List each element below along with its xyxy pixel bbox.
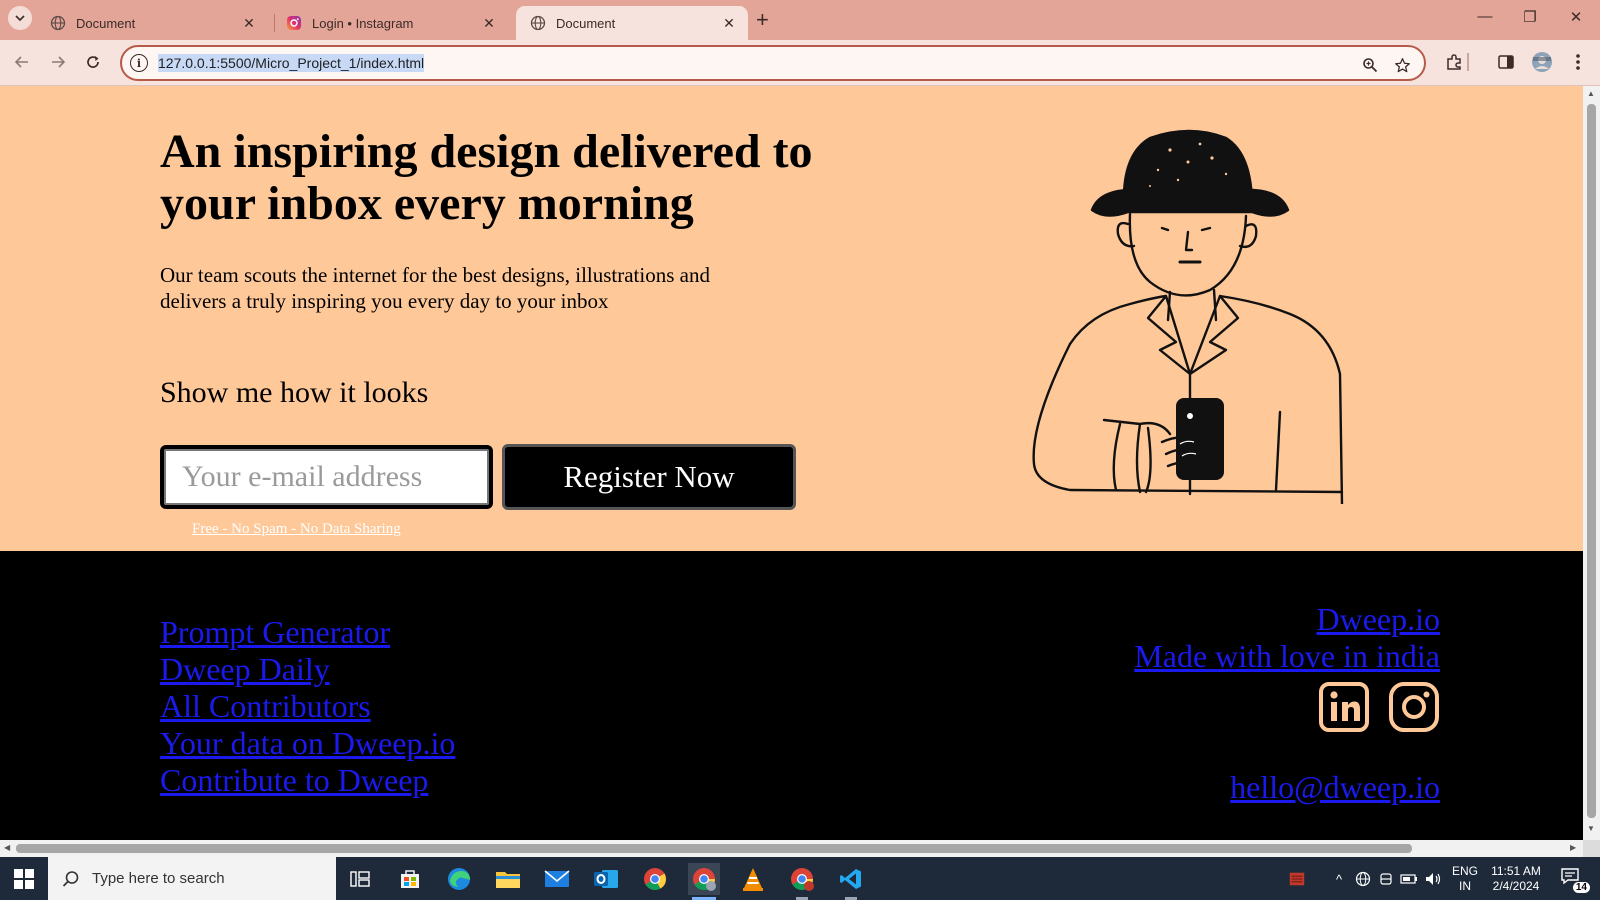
tab-title: Document <box>76 15 136 31</box>
close-window-icon[interactable]: ✕ <box>1566 8 1586 26</box>
windows-start-icon[interactable] <box>14 869 34 889</box>
fine-print-link[interactable]: Free - No Spam - No Data Sharing <box>192 521 401 538</box>
chrome-profile-icon[interactable] <box>786 863 818 900</box>
browser-toolbar: i 127.0.0.1:5500/Micro_Project_1/index.h… <box>0 40 1600 86</box>
globe-icon <box>50 15 66 31</box>
scroll-up-arrow-icon[interactable]: ▲ <box>1587 89 1595 98</box>
chevron-down-icon <box>15 15 25 22</box>
register-now-button[interactable]: Register Now <box>502 444 796 510</box>
mail-icon[interactable] <box>541 863 573 895</box>
chrome-icon[interactable] <box>639 863 671 895</box>
edge-browser-icon[interactable] <box>443 863 475 895</box>
horizontal-scroll-thumb[interactable] <box>16 844 1412 853</box>
reload-icon[interactable] <box>81 50 105 74</box>
bookmark-star-icon[interactable] <box>1392 55 1412 75</box>
clock-date: 2/4/2024 <box>1492 879 1540 893</box>
region-code: IN <box>1459 879 1471 893</box>
vscode-icon[interactable] <box>835 863 867 900</box>
footer-brand-block: Dweep.io Made with love in india hello@d… <box>1134 601 1440 805</box>
tab-instagram[interactable]: Login • Instagram ✕ <box>272 6 508 40</box>
vlc-icon[interactable] <box>737 863 769 895</box>
scrollbar-corner <box>1583 840 1600 857</box>
task-view-icon[interactable] <box>344 863 376 895</box>
scroll-right-arrow-icon[interactable]: ▶ <box>1570 843 1576 852</box>
taskbar-search-box[interactable]: Type here to search <box>48 857 336 900</box>
battery-icon[interactable] <box>1400 870 1418 888</box>
vertical-scrollbar[interactable]: ▲ ▼ <box>1583 86 1600 840</box>
hero-description: Our team scouts the internet for the bes… <box>160 263 710 313</box>
footer: Prompt Generator Dweep Daily All Contrib… <box>0 551 1583 840</box>
footer-link-all-contributors[interactable]: All Contributors <box>160 688 455 725</box>
clock-time: 11:51 AM <box>1491 864 1541 878</box>
meet-now-icon[interactable] <box>1377 870 1395 888</box>
windows-taskbar: Type here to search ^ ENG IN 11:51 AM 2/… <box>0 857 1600 900</box>
back-arrow-icon[interactable] <box>10 50 34 74</box>
side-panel-icon[interactable] <box>1494 50 1518 74</box>
tab-document-active[interactable]: Document ✕ <box>516 6 748 40</box>
url-text[interactable]: 127.0.0.1:5500/Micro_Project_1/index.htm… <box>158 54 425 72</box>
footer-link-dweep-daily[interactable]: Dweep Daily <box>160 651 455 688</box>
footer-link-contribute[interactable]: Contribute to Dweep <box>160 762 455 799</box>
page-viewport: An inspiring design delivered to your in… <box>0 86 1583 840</box>
footer-link-your-data[interactable]: Your data on Dweep.io <box>160 725 455 762</box>
footer-email-link[interactable]: hello@dweep.io <box>1230 769 1440 806</box>
minimize-icon[interactable]: — <box>1475 8 1495 25</box>
hero-headline: An inspiring design delivered to your in… <box>160 125 813 230</box>
chrome-profile-active-icon[interactable] <box>688 863 720 900</box>
hero-section: An inspiring design delivered to your in… <box>0 86 1583 551</box>
footer-tagline-link[interactable]: Made with love in india <box>1134 638 1440 675</box>
language-code: ENG <box>1452 864 1479 878</box>
vertical-scroll-thumb[interactable] <box>1587 104 1596 818</box>
linkedin-icon[interactable] <box>1318 681 1370 733</box>
microsoft-store-icon[interactable] <box>394 863 426 895</box>
extensions-puzzle-icon[interactable] <box>1442 50 1466 74</box>
notification-count-badge: 14 <box>1572 882 1590 893</box>
globe-icon <box>530 15 546 31</box>
notification-center-icon[interactable]: 14 <box>1560 867 1590 893</box>
outlook-icon[interactable] <box>590 863 622 895</box>
forward-arrow-icon[interactable] <box>46 50 70 74</box>
profile-avatar-icon[interactable] <box>1530 50 1554 74</box>
horizontal-scrollbar[interactable]: ◀ ▶ <box>0 840 1583 857</box>
taskbar-clock[interactable]: 11:51 AM 2/4/2024 <box>1486 864 1546 894</box>
network-globe-icon[interactable] <box>1354 870 1372 888</box>
address-bar[interactable]: i 127.0.0.1:5500/Micro_Project_1/index.h… <box>120 45 1426 81</box>
chevron-up-icon[interactable]: ^ <box>1330 870 1348 888</box>
zoom-icon[interactable] <box>1360 55 1380 75</box>
app-tray-icon[interactable] <box>1288 870 1306 888</box>
tab-search-button[interactable] <box>8 6 32 30</box>
search-icon <box>62 870 79 887</box>
email-input[interactable] <box>160 445 493 509</box>
tab-title: Login • Instagram <box>312 15 414 31</box>
new-tab-button[interactable]: + <box>756 9 769 31</box>
site-info-icon[interactable]: i <box>130 54 148 72</box>
tab-document-1[interactable]: Document ✕ <box>36 6 268 40</box>
social-icons <box>1318 681 1440 733</box>
footer-link-prompt-generator[interactable]: Prompt Generator <box>160 614 455 651</box>
file-explorer-icon[interactable] <box>492 863 524 895</box>
close-tab-icon[interactable]: ✕ <box>480 14 498 32</box>
toolbar-separator <box>1467 53 1469 71</box>
instagram-favicon-icon <box>287 16 301 30</box>
restore-icon[interactable]: ❐ <box>1520 8 1540 26</box>
close-tab-icon[interactable]: ✕ <box>720 14 738 32</box>
scroll-left-arrow-icon[interactable]: ◀ <box>4 843 10 852</box>
taskbar-search-placeholder: Type here to search <box>92 870 225 887</box>
man-with-hat-illustration <box>1032 129 1344 504</box>
tab-title: Document <box>556 15 616 31</box>
hero-subheading: Show me how it looks <box>160 376 429 409</box>
speaker-volume-icon[interactable] <box>1424 870 1442 888</box>
instagram-icon[interactable] <box>1388 681 1440 733</box>
tab-strip: Document ✕ Login • Instagram ✕ Document … <box>0 0 1600 40</box>
footer-links: Prompt Generator Dweep Daily All Contrib… <box>160 614 455 799</box>
footer-brand-link[interactable]: Dweep.io <box>1316 601 1440 638</box>
scroll-down-arrow-icon[interactable]: ▼ <box>1587 824 1595 833</box>
close-tab-icon[interactable]: ✕ <box>240 14 258 32</box>
language-indicator[interactable]: ENG IN <box>1452 864 1478 894</box>
kebab-menu-icon[interactable] <box>1566 50 1590 74</box>
